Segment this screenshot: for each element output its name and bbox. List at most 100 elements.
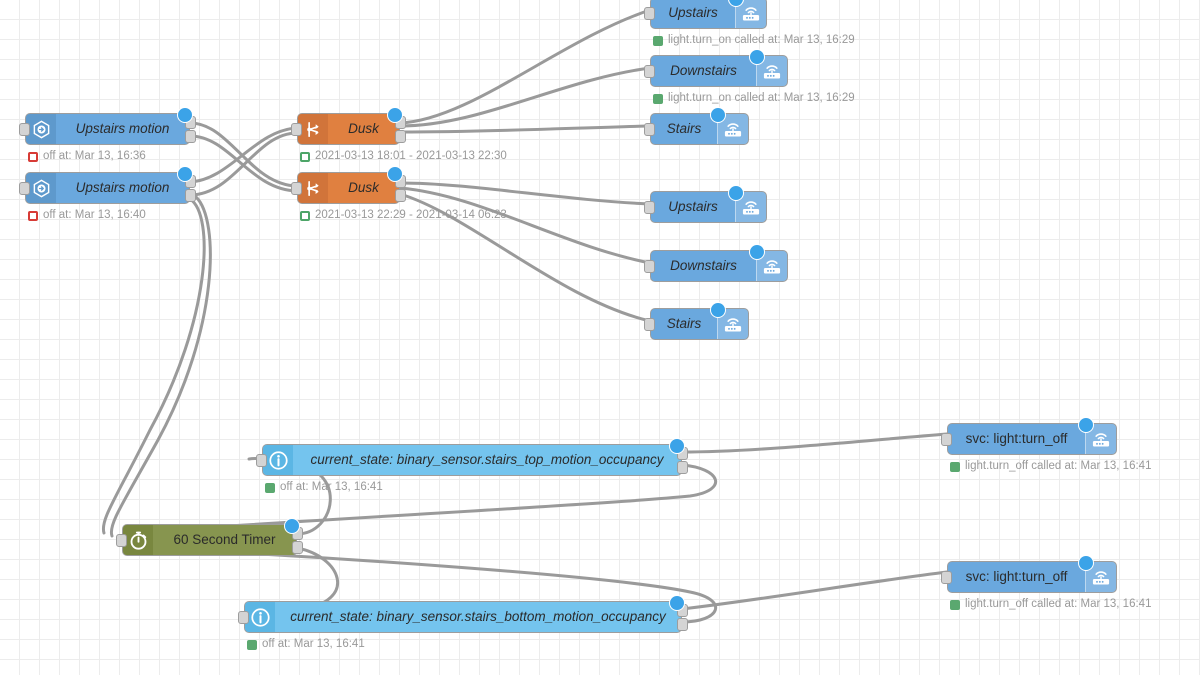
node-light-stairs-2[interactable]: Stairs [644,302,749,340]
status-label: off at: Mar 13, 16:36 [43,150,146,162]
node-output-port[interactable] [395,130,406,143]
node-current-state-top[interactable]: current_state: binary_sensor.stairs_top_… [256,438,688,476]
node-body: svc: light:turn_off [948,424,1085,454]
node-body: Upstairs motion [56,114,189,144]
node-input-port[interactable] [19,182,30,195]
node-status-badge[interactable] [1078,417,1094,433]
node-status-badge[interactable] [669,438,685,454]
status-chip-icon [28,151,38,162]
node-body: Downstairs [651,56,756,86]
node-body: Upstairs [651,0,735,28]
node-status-badge[interactable] [387,166,403,182]
hexagon-arrow-icon [26,114,56,144]
node-status-badge[interactable] [728,185,744,201]
node-light-stairs-1[interactable]: Stairs [644,107,749,145]
node-dusk-2[interactable]: Dusk [291,166,406,204]
node-light-downstairs-1[interactable]: Downstairs [644,49,788,87]
flow-canvas[interactable]: Upstairs motion off at: Mar 13, 16:36 Upst… [0,0,1200,675]
status-label: off at: Mar 13, 16:41 [280,481,383,493]
node-label: 60 Second Timer [173,532,276,548]
node-input-port[interactable] [644,65,655,78]
node-light-upstairs-1[interactable]: Upstairs [644,0,767,29]
node-input-port[interactable] [941,433,952,446]
node-status-badge[interactable] [177,107,193,123]
node-input-port[interactable] [644,123,655,136]
wire[interactable] [101,197,206,535]
node-label: Dusk [348,180,379,196]
node-label: Stairs [666,316,702,332]
wire[interactable] [398,181,652,206]
node-output-port[interactable] [395,189,406,202]
node-input-port[interactable] [644,260,655,273]
node-output-port[interactable] [677,618,688,631]
wire[interactable] [188,121,299,188]
node-status-badge[interactable] [749,244,765,260]
node-timer-60s[interactable]: 60 Second Timer [116,518,303,556]
node-status-text: light.turn_on called at: Mar 13, 16:29 [653,34,855,47]
node-status-badge[interactable] [387,107,403,123]
node-status-badge[interactable] [284,518,300,534]
node-light-downstairs-2[interactable]: Downstairs [644,244,788,282]
wire[interactable] [188,131,299,197]
node-output-port[interactable] [185,130,196,143]
status-label: light.turn_on called at: Mar 13, 16:29 [668,92,855,104]
node-body: svc: light:turn_off [948,562,1085,592]
info-icon [245,602,275,632]
node-input-port[interactable] [19,123,30,136]
node-status-badge[interactable] [710,302,726,318]
node-body: Upstairs motion [56,173,189,203]
wire[interactable] [398,186,652,265]
status-chip-icon [28,210,38,221]
status-label: 2021-03-13 18:01 - 2021-03-13 22:30 [315,150,507,162]
node-input-port[interactable] [291,123,302,136]
node-status-badge[interactable] [1078,555,1094,571]
node-upstairs-motion-2[interactable]: Upstairs motion [19,166,196,204]
node-input-port[interactable] [238,611,249,624]
wire[interactable] [680,432,949,454]
node-output-port[interactable] [292,541,303,554]
node-body: Stairs [651,114,717,144]
wire[interactable] [398,66,652,128]
status-label: 2021-03-13 22:29 - 2021-03-14 06:23 [315,209,507,221]
node-output-port[interactable] [185,189,196,202]
node-upstairs-motion-1[interactable]: Upstairs motion [19,107,196,145]
node-input-port[interactable] [644,7,655,20]
node-label: Upstairs motion [75,121,170,137]
hexagon-arrow-icon [26,173,56,203]
node-svc-light-turn-off-2[interactable]: svc: light:turn_off [941,555,1117,593]
status-chip-icon [950,461,960,472]
node-status-badge[interactable] [749,49,765,65]
node-body: current_state: binary_sensor.stairs_top_… [293,445,681,475]
wire[interactable] [398,124,652,134]
node-label: Upstairs [668,5,718,21]
node-body: Downstairs [651,251,756,281]
node-svc-light-turn-off-1[interactable]: svc: light:turn_off [941,417,1117,455]
node-input-port[interactable] [941,571,952,584]
wire[interactable] [188,134,299,193]
node-light-upstairs-2[interactable]: Upstairs [644,185,767,223]
node-status-badge[interactable] [710,107,726,123]
node-input-port[interactable] [116,534,127,547]
node-status-badge[interactable] [669,595,685,611]
node-input-port[interactable] [291,182,302,195]
node-input-port[interactable] [256,454,267,467]
wire[interactable] [398,8,652,125]
node-label: current_state: binary_sensor.stairs_top_… [310,452,664,468]
info-icon [263,445,293,475]
fork-icon [298,173,328,203]
node-label: Upstairs [668,199,718,215]
wire[interactable] [188,126,299,184]
status-chip-icon [653,93,663,104]
node-status-text: off at: Mar 13, 16:41 [247,638,365,651]
status-label: off at: Mar 13, 16:41 [262,638,365,650]
node-current-state-bottom[interactable]: current_state: binary_sensor.stairs_bott… [238,595,688,633]
node-label: svc: light:turn_off [965,569,1068,585]
node-status-badge[interactable] [177,166,193,182]
wire[interactable] [109,195,212,538]
node-input-port[interactable] [644,318,655,331]
wire[interactable] [680,570,949,611]
node-output-port[interactable] [677,461,688,474]
node-dusk-1[interactable]: Dusk [291,107,406,145]
node-input-port[interactable] [644,201,655,214]
node-label: Upstairs motion [75,180,170,196]
